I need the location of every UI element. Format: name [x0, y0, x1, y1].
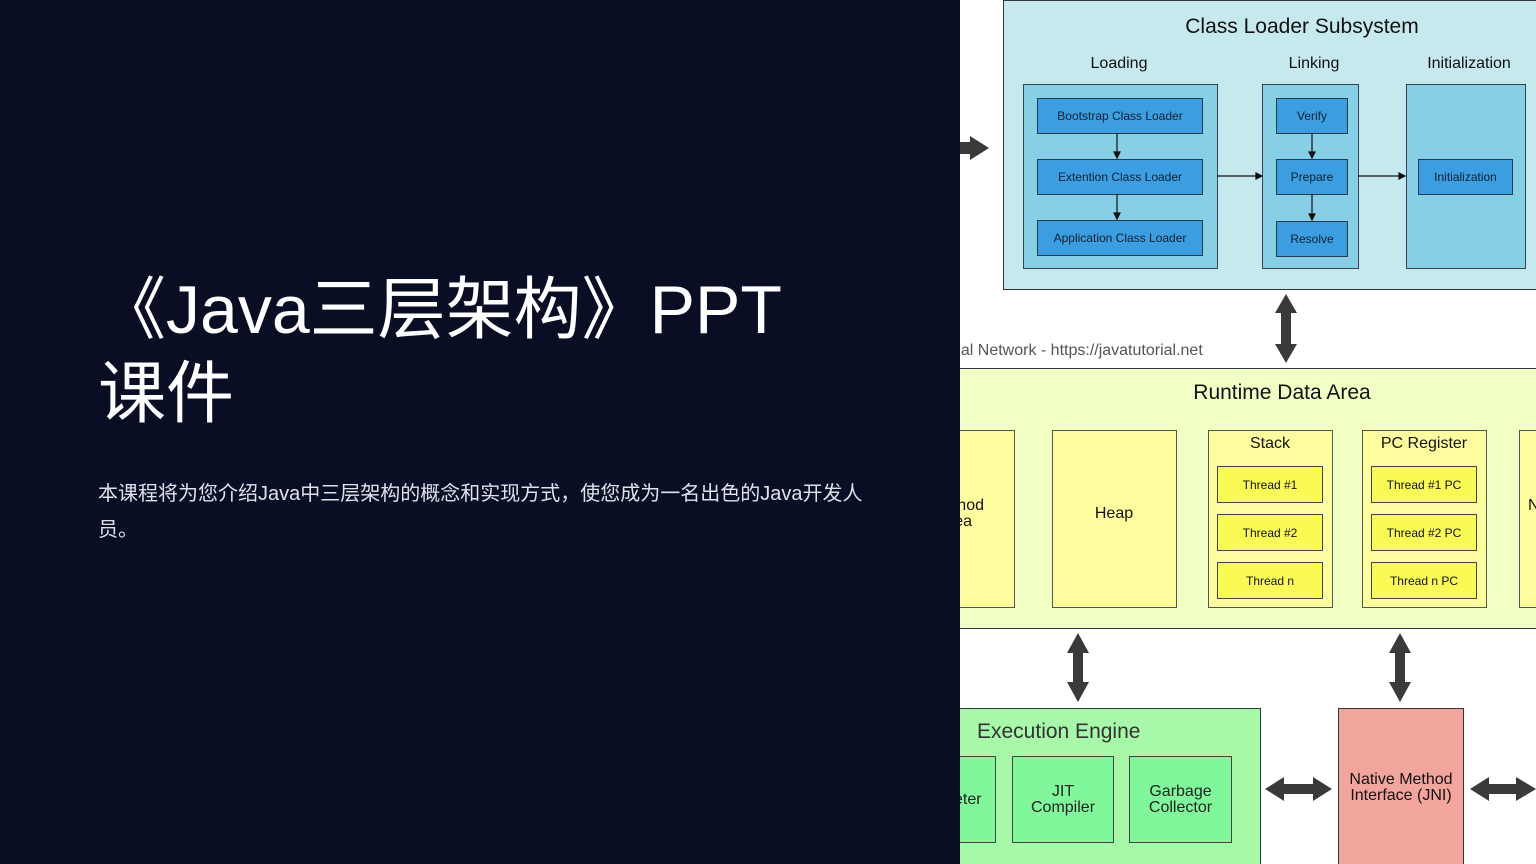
double-arrow-vertical-icon: [1275, 294, 1297, 363]
slide-title-line-1: 《Java三层架构》PPT: [98, 272, 782, 348]
double-arrow-vertical-icon: [1067, 633, 1089, 702]
jvm-architecture-diagram: Class Loader Subsystem Loading Linking I…: [960, 0, 1536, 864]
arrows-layer: [960, 133, 1536, 801]
double-arrow-vertical-icon: [1389, 633, 1411, 702]
slide-subtitle: 本课程将为您介绍Java中三层架构的概念和实现方式，使您成为一名出色的Java开…: [98, 483, 863, 541]
double-arrow-horizontal-icon: [1265, 777, 1332, 801]
slide-title-line-2: 课件: [98, 356, 235, 432]
slide-title: 《Java三层架构》PPT 课件: [98, 268, 858, 436]
title-panel: 《Java三层架构》PPT 课件 本课程将为您介绍Java中三层架构的概念和实现…: [0, 0, 960, 864]
double-arrow-horizontal-icon: [1470, 777, 1536, 801]
arrow-right-icon: [960, 136, 989, 160]
